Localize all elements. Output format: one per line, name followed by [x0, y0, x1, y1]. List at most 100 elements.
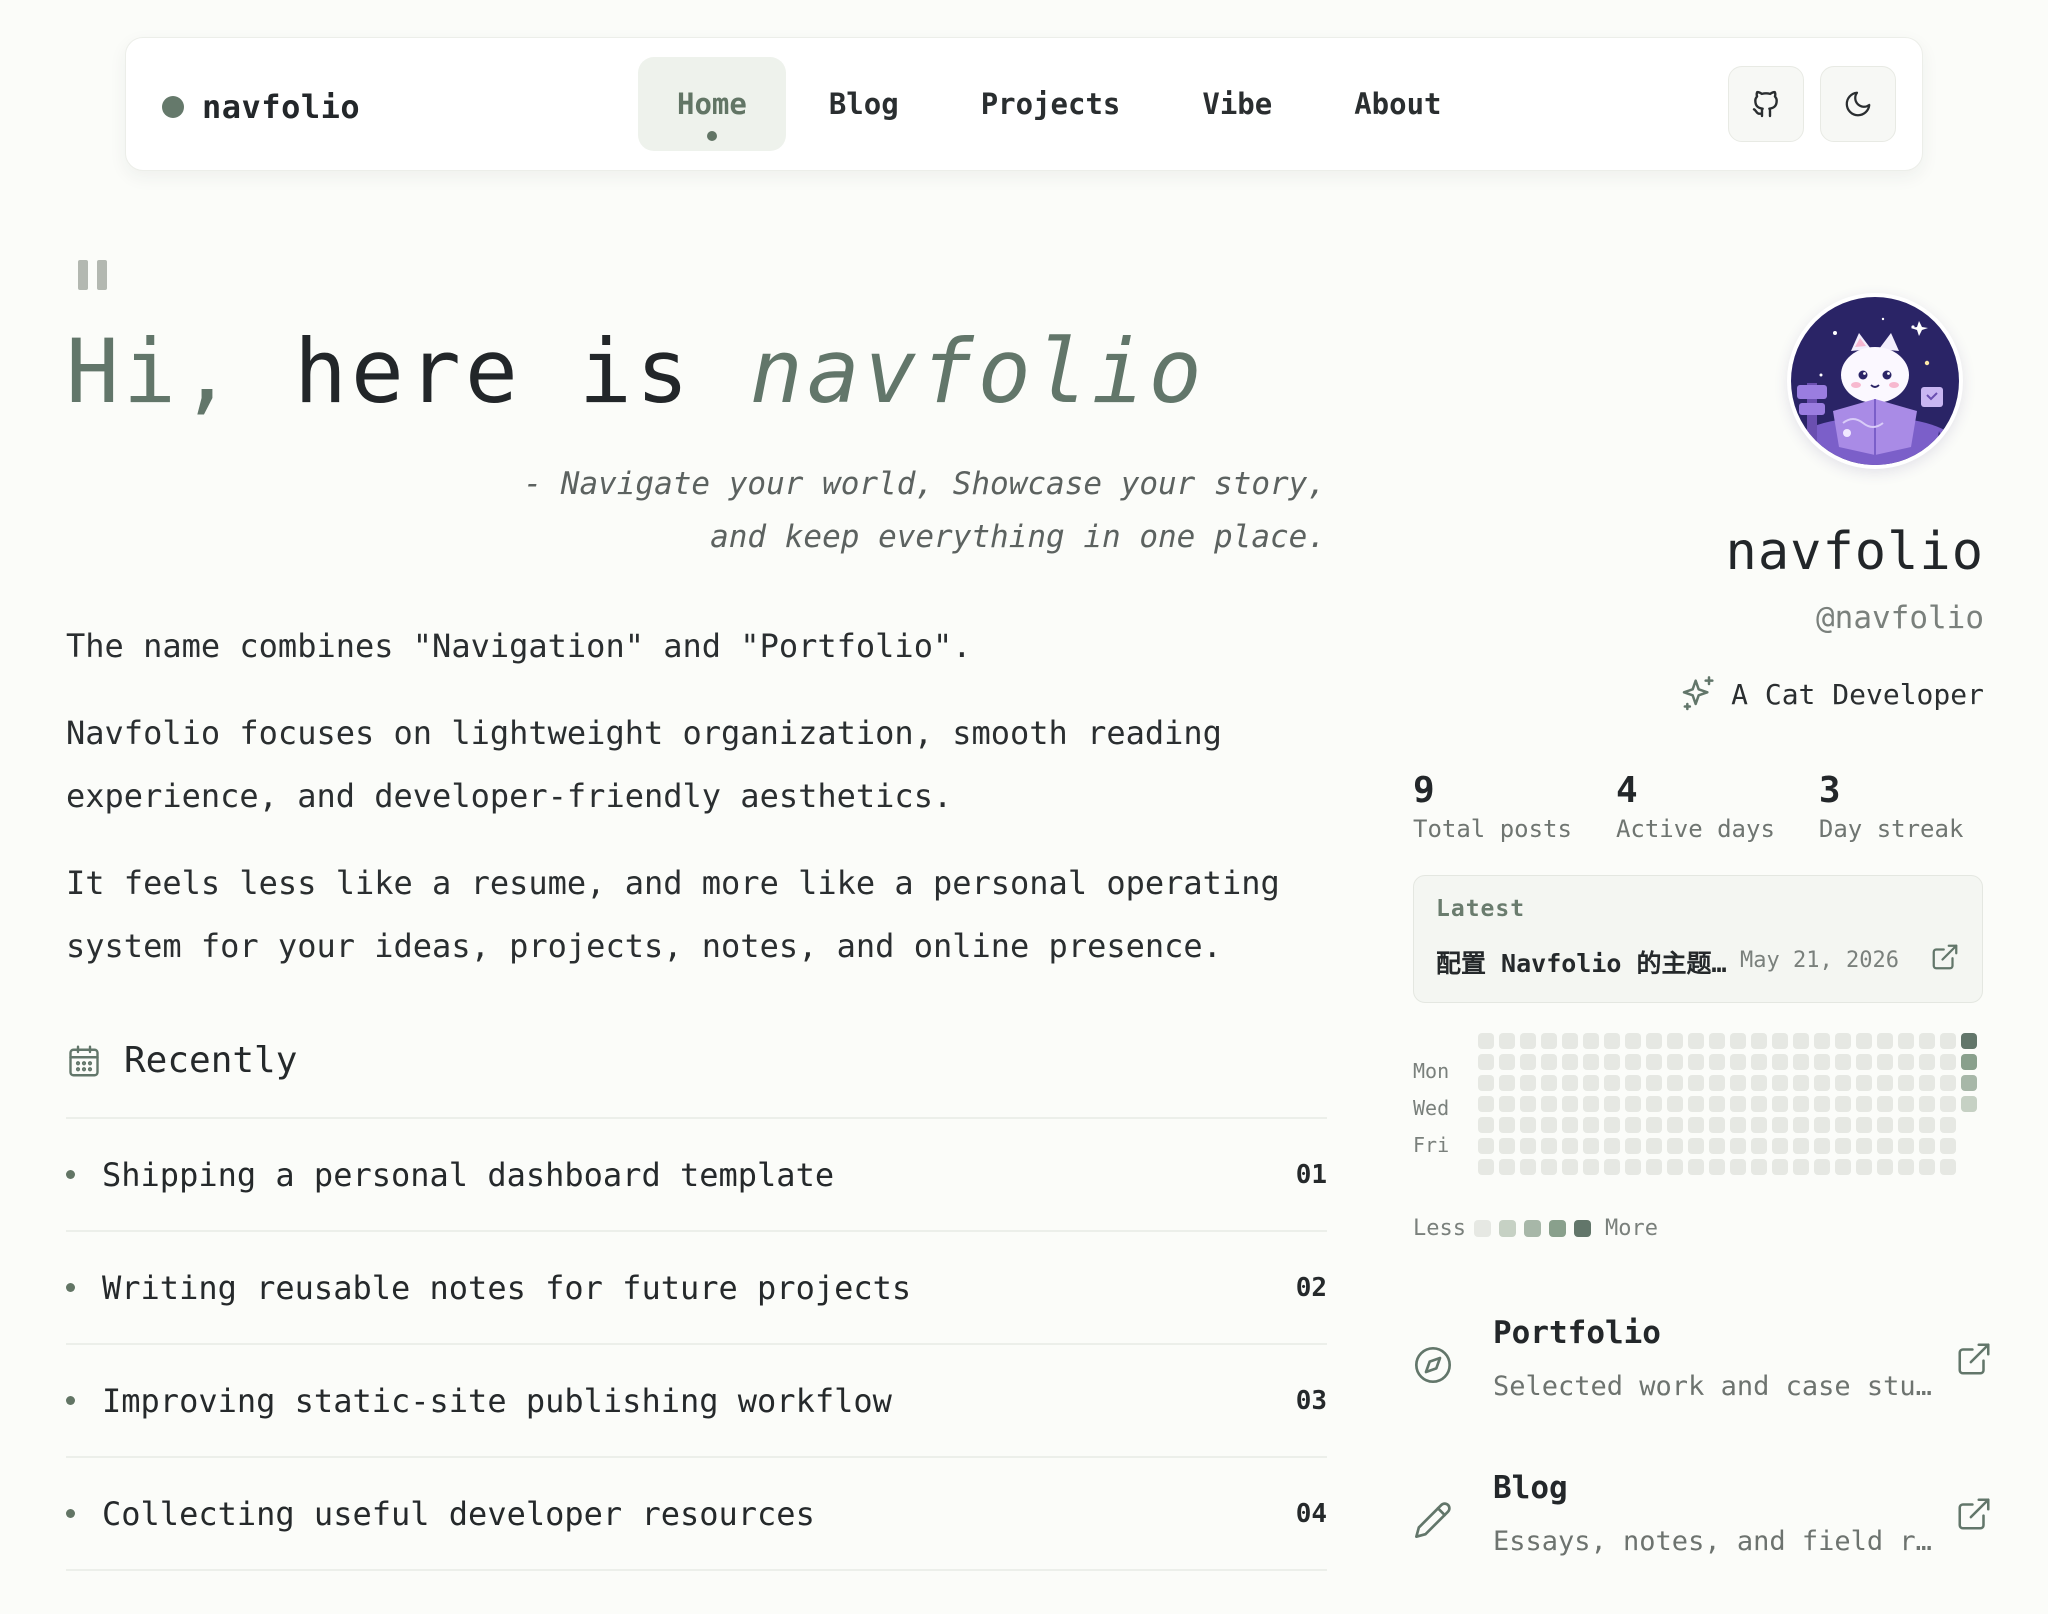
- external-link-icon[interactable]: [1955, 1340, 1993, 1378]
- list-item[interactable]: Improving static-site publishing workflo…: [66, 1345, 1327, 1458]
- heatmap-cell: [1499, 1159, 1515, 1175]
- legend-less: Less: [1413, 1216, 1466, 1241]
- heatmap-cell: [1793, 1054, 1809, 1070]
- heatmap-cell: [1520, 1096, 1536, 1112]
- recently-list: Shipping a personal dashboard template 0…: [66, 1117, 1327, 1571]
- heatmap-cell: [1772, 1033, 1788, 1049]
- heatmap-cell: [1709, 1159, 1725, 1175]
- heatmap-cell: [1940, 1117, 1956, 1133]
- heatmap-cell: [1562, 1159, 1578, 1175]
- list-item-number: 01: [1295, 1159, 1327, 1190]
- heatmap-cell: [1583, 1096, 1599, 1112]
- brand-logo[interactable]: navfolio: [162, 88, 360, 126]
- heatmap-cell: [1898, 1054, 1914, 1070]
- heatmap-cell: [1751, 1054, 1767, 1070]
- legend-more: More: [1604, 1216, 1658, 1241]
- profile-handle: @navfolio: [1816, 600, 1984, 636]
- heatmap-day-wed: Wed: [1413, 1096, 1450, 1120]
- nav-link-about[interactable]: About: [1315, 57, 1480, 151]
- heatmap-cell: [1793, 1138, 1809, 1154]
- link-card-portfolio[interactable]: Portfolio Selected work and case studies: [1413, 1315, 1993, 1435]
- heatmap-cell: [1856, 1054, 1872, 1070]
- heatmap-cell: [1814, 1096, 1830, 1112]
- list-item[interactable]: Collecting useful developer resources 04: [66, 1458, 1327, 1571]
- heatmap-cell: [1877, 1138, 1893, 1154]
- external-link-icon[interactable]: [1955, 1495, 1993, 1533]
- heatmap-cell: [1646, 1117, 1662, 1133]
- heatmap-cell: [1919, 1117, 1935, 1133]
- list-item[interactable]: Writing reusable notes for future projec…: [66, 1232, 1327, 1345]
- stat-total-posts: 9 Total posts: [1413, 770, 1572, 843]
- list-item[interactable]: Shipping a personal dashboard template 0…: [66, 1119, 1327, 1232]
- latest-post-title[interactable]: 配置 Navfolio 的主题与内容: [1436, 944, 1731, 980]
- heatmap-cell: [1583, 1033, 1599, 1049]
- heatmap-cell: [1583, 1138, 1599, 1154]
- list-item-text: Writing reusable notes for future projec…: [102, 1268, 912, 1307]
- heatmap-cell: [1625, 1054, 1641, 1070]
- heatmap-cell: [1793, 1033, 1809, 1049]
- heatmap-cell: [1709, 1033, 1725, 1049]
- latest-post-card[interactable]: Latest 配置 Navfolio 的主题与内容 May 21, 2026: [1413, 875, 1983, 1003]
- bullet-icon: [66, 1170, 75, 1179]
- heatmap-cell: [1919, 1054, 1935, 1070]
- heatmap-cell: [1961, 1117, 1977, 1133]
- hero-title-mid: here is: [293, 320, 693, 423]
- list-item-text: Collecting useful developer resources: [102, 1494, 815, 1533]
- heatmap-cell: [1919, 1075, 1935, 1091]
- link-card-blog[interactable]: Blog Essays, notes, and field reports: [1413, 1470, 1993, 1590]
- cat-avatar-icon: [1791, 297, 1959, 465]
- link-card-title: Portfolio: [1493, 1315, 1661, 1351]
- nav-link-blog[interactable]: Blog: [790, 57, 938, 151]
- heatmap-cell: [1583, 1159, 1599, 1175]
- heatmap-cell: [1814, 1159, 1830, 1175]
- heatmap-cell: [1814, 1075, 1830, 1091]
- heatmap-cell: [1520, 1117, 1536, 1133]
- heatmap-cell: [1709, 1075, 1725, 1091]
- heatmap-cell: [1646, 1096, 1662, 1112]
- hero-tagline: - Navigate your world, Showcase your sto…: [300, 458, 1326, 564]
- heatmap-cell: [1793, 1075, 1809, 1091]
- theme-toggle-button[interactable]: [1820, 66, 1896, 142]
- heatmap-cell: [1625, 1096, 1641, 1112]
- quote-mark-icon: [78, 260, 107, 290]
- heatmap-cell: [1730, 1096, 1746, 1112]
- moon-icon: [1845, 91, 1871, 117]
- heatmap-cell: [1961, 1054, 1977, 1070]
- heatmap-cell: [1499, 1117, 1515, 1133]
- bullet-icon: [66, 1396, 75, 1405]
- heatmap-cell: [1751, 1075, 1767, 1091]
- heatmap-cell: [1520, 1054, 1536, 1070]
- heatmap-cell: [1541, 1096, 1557, 1112]
- heatmap-cell: [1877, 1096, 1893, 1112]
- heatmap-cell: [1793, 1096, 1809, 1112]
- heatmap-day-fri: Fri: [1413, 1133, 1450, 1157]
- recently-title: Recently: [124, 1040, 298, 1081]
- heatmap-cell: [1478, 1117, 1494, 1133]
- top-navbar: navfolio Home Blog Projects Vibe About: [125, 37, 1923, 171]
- heatmap-cell: [1856, 1033, 1872, 1049]
- heatmap-cell: [1961, 1075, 1977, 1091]
- legend-swatch: [1573, 1220, 1591, 1237]
- nav-link-projects[interactable]: Projects: [942, 57, 1160, 151]
- heatmap-cell: [1604, 1117, 1620, 1133]
- github-button[interactable]: [1728, 66, 1804, 142]
- heatmap-cell: [1667, 1138, 1683, 1154]
- link-card-desc: Essays, notes, and field reports: [1493, 1526, 1933, 1557]
- heatmap-cell: [1478, 1033, 1494, 1049]
- heatmap-cell: [1961, 1159, 1977, 1175]
- heatmap-cell: [1646, 1075, 1662, 1091]
- heatmap-cell: [1625, 1117, 1641, 1133]
- heatmap-cell: [1709, 1054, 1725, 1070]
- nav-link-vibe[interactable]: Vibe: [1163, 57, 1311, 151]
- heatmap-cell: [1604, 1159, 1620, 1175]
- compass-icon: [1415, 1347, 1451, 1383]
- intro-paragraph-1: The name combines "Navigation" and "Port…: [66, 627, 972, 665]
- stat-active-days: 4 Active days: [1616, 770, 1775, 843]
- nav-link-home[interactable]: Home: [638, 57, 786, 151]
- heatmap-cell: [1898, 1138, 1914, 1154]
- hero-title: Hi, here is navfolio: [66, 320, 1206, 423]
- heatmap-cell: [1499, 1096, 1515, 1112]
- external-link-icon[interactable]: [1930, 942, 1960, 972]
- heatmap-cell: [1646, 1159, 1662, 1175]
- heatmap-cell: [1520, 1138, 1536, 1154]
